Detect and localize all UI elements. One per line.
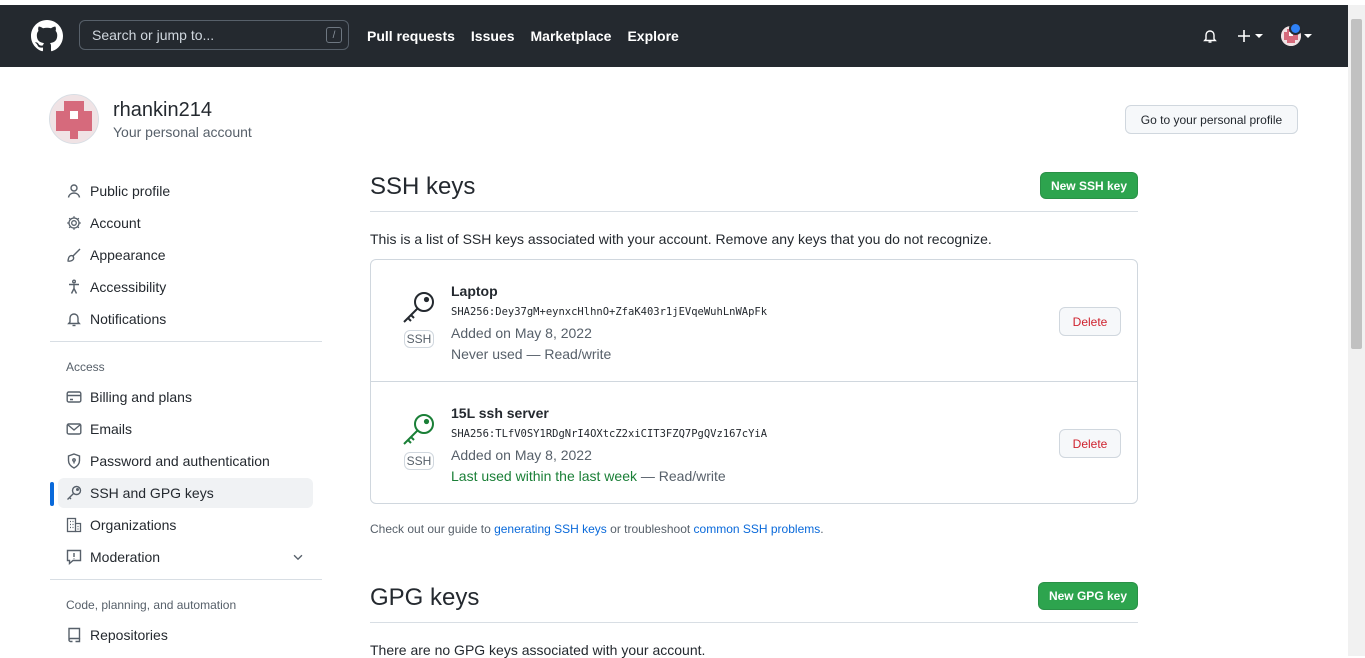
sidebar-item-label: Moderation — [90, 549, 161, 565]
header-actions — [1202, 5, 1312, 67]
scrollbar-thumb[interactable] — [1351, 19, 1362, 349]
key-fingerprint: SHA256:Dey37gM+eynxcHlhnO+ZfaK403r1jEVqe… — [451, 306, 768, 318]
key-icon — [403, 414, 434, 445]
mail-icon — [66, 421, 82, 437]
sidebar-item-label: Emails — [90, 421, 133, 437]
header-nav: Pull requests Issues Marketplace Explore — [367, 5, 679, 67]
common-ssh-problems-link[interactable]: common SSH problems — [694, 522, 821, 536]
sidebar-item-label: Password and authentication — [90, 453, 270, 469]
gear-icon — [66, 215, 82, 231]
guide-suffix: . — [820, 522, 824, 536]
sidebar-item-label: Account — [90, 215, 141, 231]
key-fingerprint: SHA256:TLfV0SY1RDgNrI4OXtcZ2xiCIT3FZQ7Pg… — [451, 428, 768, 440]
guide-prefix: Check out our guide to — [370, 522, 495, 536]
paintbrush-icon — [66, 247, 82, 263]
sidebar-item-label: Billing and plans — [90, 389, 192, 405]
sidebar-item-label: Appearance — [90, 247, 166, 263]
sidebar-item-billing[interactable]: Billing and plans — [58, 382, 313, 412]
sidebar-item-public-profile[interactable]: Public profile — [58, 176, 313, 206]
sidebar-item-label: Organizations — [90, 517, 177, 533]
generating-ssh-keys-link[interactable]: generating SSH keys — [494, 522, 607, 536]
chevron-down-icon — [1304, 34, 1312, 38]
search-input[interactable]: Search or jump to... / — [79, 20, 349, 50]
key-access: — Read/write — [637, 468, 726, 484]
search-placeholder: Search or jump to... — [92, 27, 215, 43]
nav-explore[interactable]: Explore — [627, 28, 678, 44]
sidebar-item-appearance[interactable]: Appearance — [58, 240, 313, 270]
key-usage: Never used — Read/write — [451, 346, 611, 362]
key-icon — [66, 485, 82, 501]
delete-key-button[interactable]: Delete — [1059, 429, 1121, 458]
sidebar-item-label: Notifications — [90, 311, 167, 327]
go-to-profile-button[interactable]: Go to your personal profile — [1125, 105, 1298, 134]
key-last-used: Last used within the last week — [451, 468, 637, 484]
key-added-date: Added on May 8, 2022 — [451, 447, 592, 463]
new-ssh-key-button[interactable]: New SSH key — [1040, 172, 1138, 199]
sidebar-divider — [50, 579, 322, 580]
active-indicator — [50, 482, 54, 506]
key-name: Laptop — [451, 283, 498, 299]
nav-issues[interactable]: Issues — [471, 28, 515, 44]
sidebar-heading-access: Access — [66, 360, 105, 374]
accessibility-icon — [66, 279, 82, 295]
key-usage: Last used within the last week — Read/wr… — [451, 468, 726, 484]
sidebar-item-repositories[interactable]: Repositories — [58, 620, 313, 650]
shield-lock-icon — [66, 453, 82, 469]
sidebar-item-password-auth[interactable]: Password and authentication — [58, 446, 313, 476]
gpg-keys-title: GPG keys — [370, 584, 480, 611]
organization-icon — [66, 517, 82, 533]
ssh-keys-title: SSH keys — [370, 173, 476, 200]
account-avatar — [49, 94, 99, 144]
delete-key-button[interactable]: Delete — [1059, 307, 1121, 336]
section-divider — [370, 622, 1138, 623]
sidebar-item-accessibility[interactable]: Accessibility — [58, 272, 313, 302]
guide-middle: or troubleshoot — [606, 522, 694, 536]
ssh-description: This is a list of SSH keys associated wi… — [370, 231, 992, 247]
sidebar-item-emails[interactable]: Emails — [58, 414, 313, 444]
person-icon — [66, 183, 82, 199]
nav-marketplace[interactable]: Marketplace — [531, 28, 612, 44]
key-type-badge: SSH — [404, 330, 434, 348]
sidebar-item-label: Accessibility — [90, 279, 167, 295]
sidebar-item-label: Public profile — [90, 183, 171, 199]
create-new-dropdown[interactable] — [1236, 28, 1263, 44]
user-menu-dropdown[interactable] — [1281, 22, 1312, 46]
github-logo-icon[interactable] — [31, 20, 63, 52]
sidebar-item-notifications[interactable]: Notifications — [58, 304, 313, 334]
credit-card-icon — [66, 389, 82, 405]
key-name: 15L ssh server — [451, 405, 549, 421]
chevron-down-icon[interactable] — [291, 550, 305, 567]
repo-icon — [66, 627, 82, 643]
sidebar-divider — [50, 341, 322, 342]
key-icon — [403, 292, 434, 323]
ssh-guide-text: Check out our guide to generating SSH ke… — [370, 522, 824, 536]
bell-icon — [66, 311, 82, 327]
page-scrollbar[interactable] — [1348, 5, 1365, 656]
account-subtitle: Your personal account — [113, 124, 252, 140]
nav-pull-requests[interactable]: Pull requests — [367, 28, 455, 44]
global-header: Search or jump to... / Pull requests Iss… — [0, 5, 1348, 67]
chevron-down-icon — [1255, 34, 1263, 38]
sidebar-item-moderation[interactable]: Moderation — [58, 542, 313, 572]
sidebar-item-label: SSH and GPG keys — [90, 485, 214, 501]
sidebar-item-ssh-gpg-keys[interactable]: SSH and GPG keys — [58, 478, 313, 508]
account-username[interactable]: rhankin214 — [113, 99, 212, 122]
key-access: — Read/write — [522, 346, 612, 362]
key-added-date: Added on May 8, 2022 — [451, 325, 592, 341]
section-divider — [370, 211, 1138, 212]
new-gpg-key-button[interactable]: New GPG key — [1038, 582, 1138, 610]
key-type-badge: SSH — [404, 452, 434, 470]
sidebar-item-organizations[interactable]: Organizations — [58, 510, 313, 540]
report-icon — [66, 549, 82, 565]
sidebar-item-label: Repositories — [90, 627, 168, 643]
plus-icon — [1238, 30, 1250, 42]
unread-indicator — [1289, 22, 1302, 35]
sidebar-item-account[interactable]: Account — [58, 208, 313, 238]
search-shortcut-key: / — [326, 27, 342, 43]
key-row-divider — [371, 381, 1137, 382]
sidebar-heading-code: Code, planning, and automation — [66, 598, 237, 612]
key-last-used: Never used — [451, 346, 523, 362]
notifications-bell-icon[interactable] — [1202, 28, 1218, 44]
avatar — [1281, 22, 1302, 46]
